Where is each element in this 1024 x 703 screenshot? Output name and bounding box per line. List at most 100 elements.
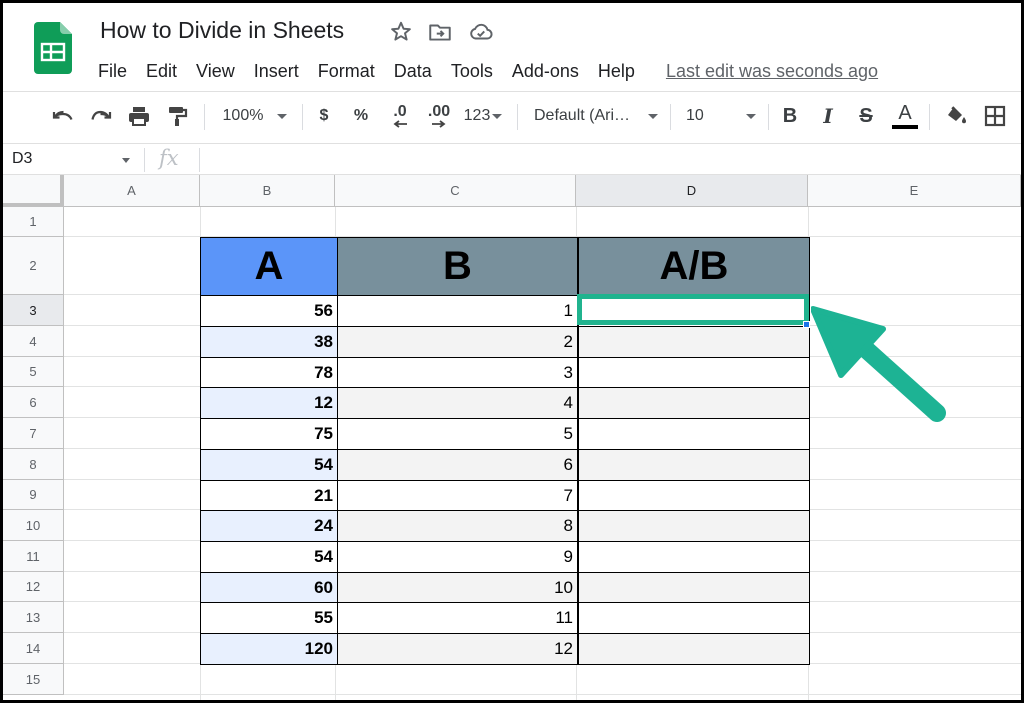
table-cell-column-b[interactable]: 9	[337, 541, 578, 573]
decrease-decimal-button[interactable]: .0	[383, 100, 417, 132]
table-header-column-b[interactable]: B	[337, 237, 578, 296]
cloud-saved-icon[interactable]	[468, 19, 494, 45]
row-header-2[interactable]: 2	[3, 237, 64, 295]
menu-format[interactable]: Format	[318, 61, 384, 82]
table-cell-column-a[interactable]: 24	[200, 510, 338, 542]
currency-format-button[interactable]: $	[313, 100, 335, 132]
column-header-c[interactable]: C	[335, 175, 576, 207]
move-to-folder-icon[interactable]	[427, 19, 453, 45]
table-cell-column-b[interactable]: 3	[337, 357, 578, 389]
row-header-3[interactable]: 3	[3, 295, 64, 326]
select-all-corner[interactable]	[3, 175, 64, 207]
table-cell-column-a[interactable]: 75	[200, 418, 338, 450]
menu-help[interactable]: Help	[598, 61, 644, 82]
star-icon[interactable]	[388, 19, 414, 45]
menu-view[interactable]: View	[196, 61, 244, 82]
table-cell-column-a[interactable]: 56	[200, 295, 338, 327]
row-header-4[interactable]: 4	[3, 326, 64, 357]
borders-icon[interactable]	[981, 100, 1009, 132]
table-header-column-a[interactable]: A	[200, 237, 338, 296]
table-cell-column-b[interactable]: 6	[337, 449, 578, 481]
column-header-a[interactable]: A	[64, 175, 200, 207]
fill-color-icon[interactable]	[943, 100, 971, 132]
row-header-13[interactable]: 13	[3, 602, 64, 633]
zoom-select[interactable]: 100%	[217, 100, 293, 132]
strikethrough-button[interactable]: S	[854, 100, 878, 132]
italic-button[interactable]: I	[816, 100, 840, 132]
table-cell-column-b[interactable]: 1	[337, 295, 578, 327]
table-cell-column-a[interactable]: 54	[200, 541, 338, 573]
table-cell-column-b[interactable]: 10	[337, 572, 578, 604]
table-cell-column-a[interactable]: 120	[200, 633, 338, 665]
menu-edit[interactable]: Edit	[146, 61, 186, 82]
table-cell-column-a[interactable]: 54	[200, 449, 338, 481]
redo-icon[interactable]	[85, 100, 117, 132]
table-header-column-ab[interactable]: A/B	[578, 237, 810, 296]
table-cell-column-b[interactable]: 11	[337, 602, 578, 634]
formula-input[interactable]	[208, 149, 1008, 171]
font-size-value: 10	[686, 107, 704, 124]
active-cell-selection[interactable]	[577, 294, 809, 325]
table-cell-column-ab[interactable]	[578, 387, 810, 419]
table-cell-column-b[interactable]: 12	[337, 633, 578, 665]
column-header-b[interactable]: B	[200, 175, 335, 207]
name-box[interactable]: D3	[12, 150, 32, 168]
print-icon[interactable]	[123, 100, 155, 132]
table-cell-column-b[interactable]: 2	[337, 326, 578, 358]
table-cell-column-ab[interactable]	[578, 480, 810, 512]
paint-format-icon[interactable]	[161, 100, 193, 132]
menu-add-ons[interactable]: Add-ons	[512, 61, 588, 82]
font-family-select[interactable]: Default (Ari…	[534, 100, 658, 132]
font-size-select[interactable]: 10	[686, 100, 756, 132]
table-cell-column-a[interactable]: 78	[200, 357, 338, 389]
row-header-7[interactable]: 7	[3, 418, 64, 449]
table-cell-column-a[interactable]: 21	[200, 480, 338, 512]
column-header-e[interactable]: E	[808, 175, 1021, 207]
row-header-9[interactable]: 9	[3, 480, 64, 510]
row-header-5[interactable]: 5	[3, 357, 64, 387]
table-cell-column-b[interactable]: 5	[337, 418, 578, 450]
arrow-right-icon	[432, 120, 446, 128]
table-cell-column-b[interactable]: 4	[337, 387, 578, 419]
table-cell-column-ab[interactable]	[578, 510, 810, 542]
row-header-15[interactable]: 15	[3, 664, 64, 695]
undo-icon[interactable]	[47, 100, 79, 132]
row-header-14[interactable]: 14	[3, 633, 64, 664]
row-header-10[interactable]: 10	[3, 510, 64, 541]
chevron-down-icon[interactable]	[122, 158, 130, 163]
row-header-6[interactable]: 6	[3, 387, 64, 418]
sheets-logo-icon[interactable]	[34, 22, 72, 74]
table-cell-column-ab[interactable]	[578, 326, 810, 358]
row-header-11[interactable]: 11	[3, 541, 64, 572]
table-cell-column-ab[interactable]	[578, 418, 810, 450]
table-cell-column-ab[interactable]	[578, 541, 810, 573]
fill-handle[interactable]	[803, 321, 810, 328]
table-cell-column-ab[interactable]	[578, 357, 810, 389]
row-header-12[interactable]: 12	[3, 572, 64, 602]
table-cell-column-a[interactable]: 38	[200, 326, 338, 358]
table-cell-column-ab[interactable]	[578, 602, 810, 634]
text-color-button[interactable]: A	[890, 100, 920, 132]
document-title[interactable]: How to Divide in Sheets	[100, 17, 344, 44]
menu-insert[interactable]: Insert	[254, 61, 308, 82]
sheets-window: How to Divide in Sheets File Edit View I…	[3, 3, 1021, 700]
table-cell-column-ab[interactable]	[578, 572, 810, 604]
table-cell-column-a[interactable]: 55	[200, 602, 338, 634]
row-header-8[interactable]: 8	[3, 449, 64, 480]
table-cell-column-ab[interactable]	[578, 449, 810, 481]
last-edit-link[interactable]: Last edit was seconds ago	[666, 61, 878, 82]
table-cell-column-b[interactable]: 8	[337, 510, 578, 542]
row-header-1[interactable]: 1	[3, 207, 64, 237]
percent-format-button[interactable]: %	[350, 100, 372, 132]
menu-tools[interactable]: Tools	[451, 61, 502, 82]
more-formats-select[interactable]: 123	[460, 100, 506, 132]
table-cell-column-ab[interactable]	[578, 633, 810, 665]
column-header-d[interactable]: D	[576, 175, 808, 207]
menu-data[interactable]: Data	[394, 61, 441, 82]
menu-file[interactable]: File	[98, 61, 136, 82]
increase-decimal-button[interactable]: .00	[421, 100, 457, 132]
table-cell-column-b[interactable]: 7	[337, 480, 578, 512]
table-cell-column-a[interactable]: 60	[200, 572, 338, 604]
bold-button[interactable]: B	[778, 100, 802, 132]
table-cell-column-a[interactable]: 12	[200, 387, 338, 419]
